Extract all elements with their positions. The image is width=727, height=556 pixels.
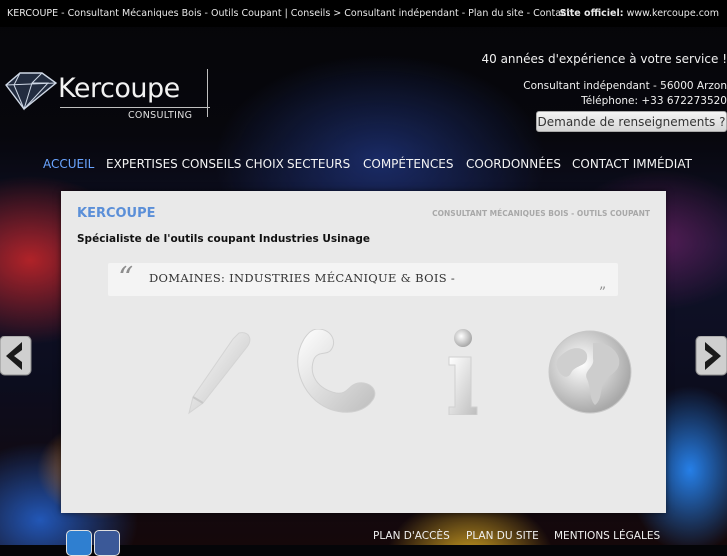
request-info-button[interactable]: Demande de renseignements ?: [536, 111, 727, 132]
logo-name: Kercoupe: [58, 73, 180, 104]
footer-link-plan-acces[interactable]: PLAN D'ACCÈS: [373, 530, 450, 542]
official-site-url[interactable]: www.kercoupe.com: [627, 8, 719, 19]
footer-link-plan-site[interactable]: PLAN DU SITE: [466, 530, 539, 542]
close-quote-icon: ”: [598, 285, 606, 301]
nav-item-competences[interactable]: COMPÉTENCES: [363, 157, 453, 171]
pen-icon[interactable]: [183, 329, 255, 415]
nav-item-secteurs[interactable]: SECTEURS: [287, 157, 350, 171]
page-breadcrumb: CONSULTANT MÉCANIQUES BOIS - OUTILS COUP…: [432, 209, 650, 218]
top-bar: KERCOUPE - Consultant Mécaniques Bois - …: [0, 0, 727, 27]
logo-underline: [60, 107, 210, 108]
open-quote-icon: “: [118, 261, 134, 296]
facebook-icon[interactable]: [94, 530, 120, 556]
address: Consultant indépendant - 56000 Arzon: [523, 80, 727, 92]
prev-arrow-icon[interactable]: [0, 336, 32, 376]
quote-box: “ DOMAINES: INDUSTRIES MÉCANIQUE & BOIS …: [108, 261, 618, 301]
page-heading: Spécialiste de l'outils coupant Industri…: [77, 233, 370, 245]
nav-item-contact[interactable]: CONTACT IMMÉDIAT: [572, 157, 692, 171]
info-icon[interactable]: [443, 329, 483, 415]
phone-icon[interactable]: [296, 329, 380, 415]
next-arrow-icon[interactable]: [695, 336, 727, 376]
official-site-label: Site officiel:: [559, 8, 624, 19]
page-title: KERCOUPE: [77, 206, 156, 221]
diamond-icon: [5, 72, 58, 111]
tagline: 40 années d'expérience à votre service !: [481, 52, 727, 66]
footer-link-mentions[interactable]: MENTIONS LÉGALES: [554, 530, 660, 542]
quote-text: DOMAINES: INDUSTRIES MÉCANIQUE & BOIS -: [149, 271, 456, 285]
twitter-icon[interactable]: [66, 530, 92, 556]
phone: Téléphone: +33 672273520: [581, 95, 727, 107]
nav-item-coordonnees[interactable]: COORDONNÉES: [466, 157, 561, 171]
official-site[interactable]: Site officiel: www.kercoupe.com: [560, 8, 719, 19]
logo-sub: CONSULTING: [128, 110, 193, 121]
main-content: KERCOUPE CONSULTANT MÉCANIQUES BOIS - OU…: [61, 191, 666, 513]
nav-item-expertises[interactable]: EXPERTISES CONSEILS CHOIX: [106, 157, 284, 171]
top-breadcrumb[interactable]: KERCOUPE - Consultant Mécaniques Bois - …: [7, 8, 570, 19]
kercoupe-logo[interactable]: Kercoupe CONSULTING: [2, 67, 214, 121]
logo-divider: [207, 69, 208, 117]
nav-item-accueil[interactable]: ACCUEIL: [43, 157, 94, 171]
globe-icon[interactable]: [547, 329, 633, 415]
